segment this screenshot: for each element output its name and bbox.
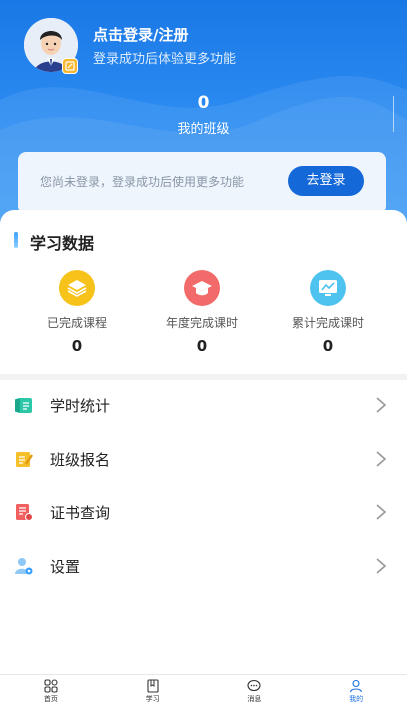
tab-messages[interactable]: 消息 (204, 675, 306, 708)
tab-label: 消息 (247, 695, 262, 703)
monitor-icon (310, 270, 346, 306)
menu-item-certificate-query[interactable]: 证书查询 (0, 487, 407, 541)
tab-label: 首页 (43, 695, 58, 703)
stat-label: 已完成课程 (46, 316, 107, 330)
stat-label: 年度完成课时 (165, 316, 238, 330)
menu-item-study-hours[interactable]: 学时统计 (0, 380, 407, 434)
login-register-link[interactable]: 点击登录/注册 (93, 24, 188, 45)
go-login-button[interactable]: 去登录 (288, 166, 364, 196)
person-icon (350, 679, 363, 693)
section-accent-bar (14, 232, 18, 248)
my-class-count[interactable]: 0 (0, 93, 407, 113)
grid-icon (44, 679, 58, 693)
bottom-tab-bar: 首页 学习 消息 我的 (0, 674, 407, 708)
menu-item-label: 证书查询 (50, 504, 111, 522)
chat-icon (247, 679, 261, 692)
stat-completed-courses[interactable]: 已完成课程 0 (17, 270, 137, 355)
chevron-right-icon (376, 397, 387, 413)
tab-label: 学习 (145, 695, 160, 703)
menu-item-label: 学时统计 (50, 397, 111, 415)
edit-doc-icon (16, 451, 33, 467)
stat-value: 0 (322, 337, 334, 355)
book-stats-icon (15, 398, 32, 413)
stat-label: 累计完成课时 (291, 316, 364, 330)
login-prompt-text: 您尚未登录，登录成功后使用更多功能 (40, 175, 245, 189)
settings-menu: 学时统计 班级报名 证书查询 设置 (0, 380, 407, 594)
tab-mine[interactable]: 我的 (305, 675, 407, 708)
menu-item-class-signup[interactable]: 班级报名 (0, 434, 407, 488)
stat-value: 0 (71, 337, 83, 355)
stat-value: 0 (196, 337, 208, 355)
login-hint-text: 登录成功后体验更多功能 (93, 52, 237, 67)
edit-profile-icon[interactable] (62, 58, 78, 74)
stack-icon (59, 270, 95, 306)
menu-item-settings[interactable]: 设置 (0, 541, 407, 595)
tab-label: 我的 (349, 695, 364, 703)
stat-total-hours[interactable]: 累计完成课时 0 (268, 270, 388, 355)
chevron-right-icon (376, 557, 387, 574)
tab-study[interactable]: 学习 (102, 675, 204, 708)
chevron-right-icon (376, 450, 387, 467)
menu-item-label: 设置 (50, 557, 81, 576)
chevron-right-icon (376, 504, 387, 520)
user-settings-icon (15, 557, 33, 574)
study-data-section: 学习数据 已完成课程 0 年度完成课时 0 累计完成课时 0 (0, 210, 407, 376)
graduation-cap-icon (184, 270, 220, 306)
certificate-icon (16, 504, 33, 521)
my-class-label[interactable]: 我的班级 (0, 118, 407, 137)
book-icon (147, 679, 159, 693)
tab-home[interactable]: 首页 (0, 675, 102, 708)
divider (393, 96, 394, 132)
login-prompt-card: 您尚未登录，登录成功后使用更多功能 去登录 (18, 152, 386, 214)
menu-item-label: 班级报名 (50, 450, 111, 469)
stat-annual-hours[interactable]: 年度完成课时 0 (142, 270, 262, 355)
study-data-title: 学习数据 (30, 234, 95, 253)
